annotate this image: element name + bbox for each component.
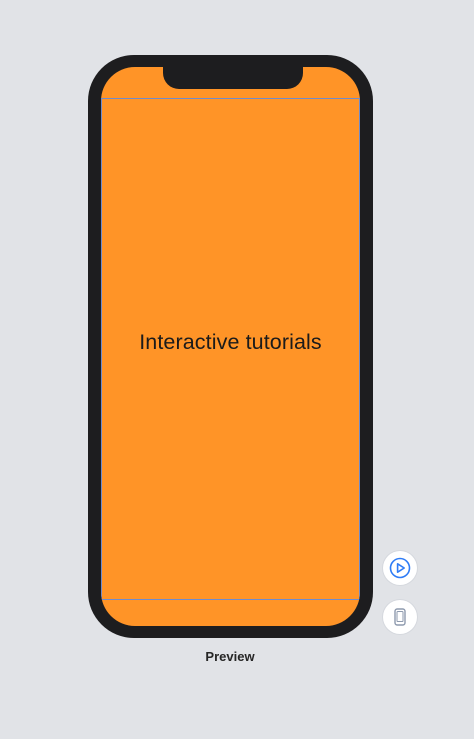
preview-canvas: Interactive tutorials Preview <box>0 0 474 739</box>
safe-area-top-guide <box>101 98 360 99</box>
device-screen: Interactive tutorials <box>101 67 360 626</box>
device-frame: Interactive tutorials <box>88 55 373 638</box>
device-settings-button[interactable] <box>383 600 417 634</box>
safe-area-bottom-guide <box>101 599 360 600</box>
live-preview-button[interactable] <box>383 551 417 585</box>
device-notch <box>163 67 303 89</box>
play-icon <box>389 557 411 579</box>
preview-caption: Preview <box>205 649 255 664</box>
screen-text: Interactive tutorials <box>139 330 322 354</box>
device-icon <box>389 606 411 628</box>
